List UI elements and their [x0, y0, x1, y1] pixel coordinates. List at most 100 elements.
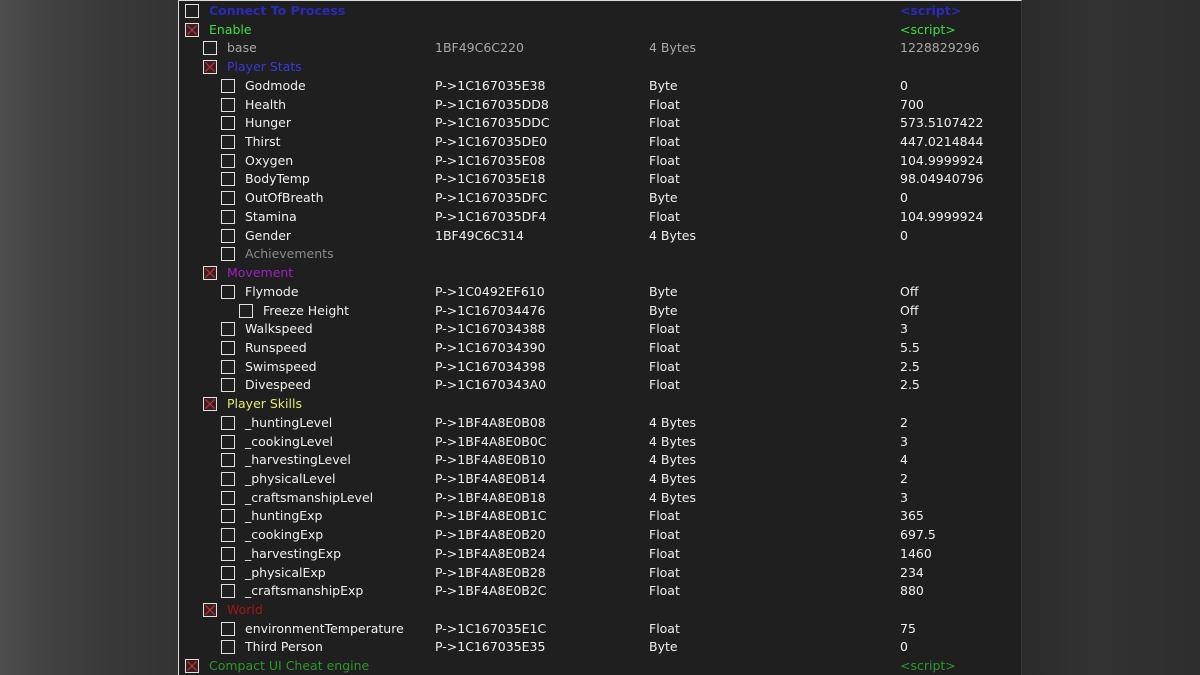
value[interactable]: 0	[900, 227, 908, 246]
table-row[interactable]: _craftsmanshipLevel P->1BF4A8E0B18 4 Bytes…	[179, 489, 1021, 508]
checkbox[interactable]	[221, 359, 235, 374]
table-row[interactable]: Walkspeed P->1C167034388 Float 3	[179, 320, 1021, 339]
table-row[interactable]: Health P->1C167035DD8 Float 700	[179, 96, 1021, 115]
table-row[interactable]: base 1BF49C6C220 4 Bytes 1228829296	[179, 39, 1021, 58]
table-row[interactable]: _physicalExp P->1BF4A8E0B28 Float 234	[179, 564, 1021, 583]
value[interactable]: 98.04940796	[900, 170, 984, 189]
checkbox[interactable]	[221, 78, 235, 93]
checkbox[interactable]	[221, 584, 235, 599]
checkbox[interactable]	[221, 546, 235, 561]
value[interactable]: Off	[900, 283, 918, 302]
table-row[interactable]: Flymode P->1C0492EF610 Byte Off	[179, 283, 1021, 302]
table-row[interactable]: _cookingLevel P->1BF4A8E0B0C 4 Bytes 3	[179, 433, 1021, 452]
table-row[interactable]: Freeze Height P->1C167034476 Byte Off	[179, 302, 1021, 321]
value[interactable]: 234	[900, 564, 924, 583]
table-row[interactable]: Achievements	[179, 245, 1021, 264]
table-row[interactable]: Runspeed P->1C167034390 Float 5.5	[179, 339, 1021, 358]
checkbox[interactable]	[203, 41, 217, 56]
table-row[interactable]: Divespeed P->1C1670343A0 Float 2.5	[179, 376, 1021, 395]
value[interactable]: 880	[900, 582, 924, 601]
value[interactable]: <script>	[900, 657, 956, 675]
checkbox[interactable]	[221, 528, 235, 543]
value[interactable]: 1228829296	[900, 39, 980, 58]
active-checkbox[interactable]	[185, 22, 199, 37]
checkbox[interactable]	[221, 116, 235, 131]
checkbox[interactable]	[221, 472, 235, 486]
table-row[interactable]: Gender 1BF49C6C314 4 Bytes 0	[179, 227, 1021, 246]
value[interactable]: 2.5	[900, 376, 920, 395]
value[interactable]: 4	[900, 451, 908, 470]
value[interactable]: 2.5	[900, 358, 920, 377]
checkbox[interactable]	[221, 565, 235, 580]
table-row[interactable]: _harvestingExp P->1BF4A8E0B24 Float 1460	[179, 545, 1021, 564]
table-row[interactable]: Third Person P->1C167035E35 Byte 0	[179, 638, 1021, 657]
value[interactable]: 697.5	[900, 526, 936, 545]
table-row[interactable]: Enable <script>	[179, 21, 1021, 40]
value[interactable]: 447.0214844	[900, 133, 984, 152]
table-row[interactable]: _craftsmanshipExp P->1BF4A8E0B2C Float 880	[179, 582, 1021, 601]
checkbox[interactable]	[221, 135, 235, 150]
checkbox[interactable]	[221, 453, 235, 468]
active-checkbox[interactable]	[203, 266, 217, 281]
value[interactable]: 700	[900, 96, 924, 115]
table-row[interactable]: Player Stats	[179, 58, 1021, 77]
checkbox[interactable]	[221, 284, 235, 299]
checkbox[interactable]	[221, 415, 235, 430]
value[interactable]: 2	[900, 414, 908, 433]
table-row[interactable]: Hunger P->1C167035DDC Float 573.5107422	[179, 114, 1021, 133]
table-row[interactable]: OutOfBreath P->1C167035DFC Byte 0	[179, 189, 1021, 208]
value[interactable]: <script>	[900, 2, 961, 21]
value[interactable]: 3	[900, 433, 908, 452]
checkbox[interactable]	[221, 378, 235, 393]
checkbox[interactable]	[221, 228, 235, 243]
checkbox[interactable]	[221, 191, 235, 206]
table-row[interactable]: _cookingExp P->1BF4A8E0B20 Float 697.5	[179, 526, 1021, 545]
checkbox[interactable]	[221, 640, 235, 655]
table-row[interactable]: Movement	[179, 264, 1021, 283]
table-row[interactable]: Swimspeed P->1C167034398 Float 2.5	[179, 358, 1021, 377]
table-row[interactable]: _physicalLevel P->1BF4A8E0B14 4 Bytes 2	[179, 470, 1021, 489]
value[interactable]: Off	[900, 302, 918, 321]
table-row[interactable]: Oxygen P->1C167035E08 Float 104.9999924	[179, 152, 1021, 171]
value[interactable]: 5.5	[900, 339, 920, 358]
value[interactable]: 3	[900, 320, 908, 339]
value[interactable]: 1460	[900, 545, 932, 564]
table-row[interactable]: Thirst P->1C167035DE0 Float 447.0214844	[179, 133, 1021, 152]
checkbox[interactable]	[221, 621, 235, 636]
active-checkbox[interactable]	[203, 397, 217, 412]
value[interactable]: 0	[900, 189, 908, 208]
checkbox[interactable]	[221, 322, 235, 337]
value[interactable]: <script>	[900, 21, 956, 40]
value[interactable]: 0	[900, 77, 908, 96]
value[interactable]: 75	[900, 620, 916, 639]
table-row[interactable]: BodyTemp P->1C167035E18 Float 98.04940796	[179, 170, 1021, 189]
table-row[interactable]: _huntingLevel P->1BF4A8E0B08 4 Bytes 2	[179, 414, 1021, 433]
table-row[interactable]: Godmode P->1C167035E38 Byte 0	[179, 77, 1021, 96]
checkbox[interactable]	[221, 153, 235, 168]
checkbox[interactable]	[221, 172, 235, 187]
table-row[interactable]: World	[179, 601, 1021, 620]
table-row[interactable]: Stamina P->1C167035DF4 Float 104.9999924	[179, 208, 1021, 227]
value[interactable]: 0	[900, 638, 908, 657]
value[interactable]: 3	[900, 489, 908, 508]
table-row[interactable]: Player Skills	[179, 395, 1021, 414]
value[interactable]: 104.9999924	[900, 152, 984, 171]
value[interactable]: 2	[900, 470, 908, 489]
checkbox[interactable]	[221, 434, 235, 449]
table-row[interactable]: _harvestingLevel P->1BF4A8E0B10 4 Bytes 4	[179, 451, 1021, 470]
table-row[interactable]: environmentTemperature P->1C167035E1C Floa…	[179, 620, 1021, 639]
table-row[interactable]: Compact UI Cheat engine <script>	[179, 657, 1021, 675]
checkbox[interactable]	[221, 340, 235, 355]
table-row[interactable]: Connect To Process <script>	[179, 2, 1021, 21]
active-checkbox[interactable]	[185, 659, 199, 674]
active-checkbox[interactable]	[203, 60, 217, 75]
value[interactable]: 104.9999924	[900, 208, 984, 227]
value[interactable]: 573.5107422	[900, 114, 984, 133]
checkbox[interactable]	[221, 490, 235, 505]
active-checkbox[interactable]	[203, 603, 217, 618]
checkbox[interactable]	[239, 303, 253, 318]
checkbox[interactable]	[221, 509, 235, 524]
checkbox[interactable]	[185, 4, 199, 18]
value[interactable]: 365	[900, 507, 924, 526]
checkbox[interactable]	[221, 247, 235, 262]
